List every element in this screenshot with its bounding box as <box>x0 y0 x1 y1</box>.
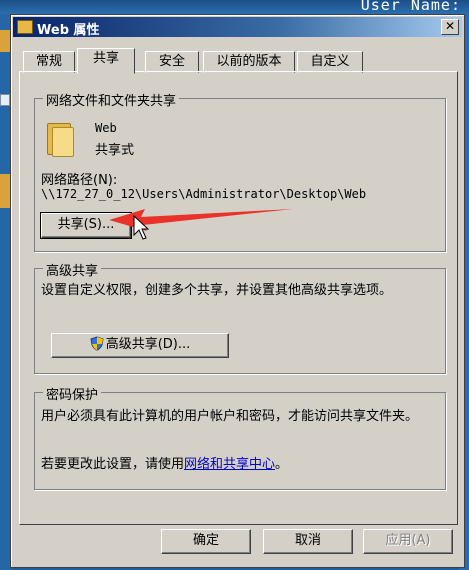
change-setting-line: 若要更改此设置，请使用网络和共享中心。 <box>41 453 288 472</box>
title-bar[interactable]: Web 属性 ✕ <box>13 17 462 38</box>
group-title: 密码保护 <box>43 384 102 403</box>
sharing-tab-panel: 网络文件和文件夹共享 Web 共享式 网络路径(N): \\172_27_0_1… <box>19 71 458 525</box>
desktop-window-fragment <box>0 94 10 106</box>
ok-button[interactable]: 确定 <box>161 529 251 554</box>
tab-general[interactable]: 常规 <box>23 51 75 73</box>
network-path-label: 网络路径(N): <box>41 173 118 188</box>
change-setting-prefix: 若要更改此设置，请使用 <box>41 457 185 472</box>
desktop-folder-icon <box>0 30 10 52</box>
properties-dialog: Web 属性 ✕ 常规 共享 安全 以前的版本 自定义 网络文件和文件夹共享 W… <box>10 14 465 568</box>
advanced-sharing-group: 高级共享 设置自定义权限，创建多个共享，并设置其他高级共享选项。 高级共享(D)… <box>34 260 446 374</box>
uac-shield-icon <box>90 336 104 351</box>
folder-icon <box>17 20 33 34</box>
close-icon: ✕ <box>444 19 456 33</box>
password-protection-group: 密码保护 用户必须具有此计算机的用户帐户和密码，才能访问共享文件夹。 若要更改此… <box>34 384 446 490</box>
mouse-cursor-icon <box>133 215 149 240</box>
advanced-description: 设置自定义权限，创建多个共享，并设置其他高级共享选项。 <box>41 283 393 298</box>
apply-button[interactable]: 应用(A) <box>363 529 453 554</box>
network-sharing-center-link[interactable]: 网络和共享中心 <box>184 457 275 472</box>
tab-sharing[interactable]: 共享 <box>77 48 135 74</box>
password-description: 用户必须具有此计算机的用户帐户和密码，才能访问共享文件夹。 <box>41 409 419 424</box>
change-setting-suffix: 。 <box>275 457 289 472</box>
shared-folder-icon <box>47 121 74 157</box>
advanced-sharing-label: 高级共享(D)... <box>105 337 191 352</box>
group-title: 高级共享 <box>43 260 102 279</box>
cancel-button[interactable]: 取消 <box>263 529 353 554</box>
tab-customize[interactable]: 自定义 <box>297 51 363 73</box>
tab-security[interactable]: 安全 <box>145 51 199 73</box>
tab-previous-versions[interactable]: 以前的版本 <box>203 51 295 73</box>
desktop-folder-icon <box>0 174 10 208</box>
desktop-top-strip: User Name: <box>0 0 469 14</box>
share-state: 共享式 <box>95 143 135 158</box>
folder-name: Web <box>95 121 117 135</box>
desktop-caption: User Name: <box>360 0 461 14</box>
network-sharing-group: 网络文件和文件夹共享 Web 共享式 网络路径(N): \\172_27_0_1… <box>34 90 446 252</box>
advanced-sharing-button[interactable]: 高级共享(D)... <box>51 333 229 358</box>
dialog-title: Web 属性 <box>37 23 100 38</box>
group-title: 网络文件和文件夹共享 <box>43 90 180 109</box>
close-button[interactable]: ✕ <box>441 19 459 35</box>
network-path-value: \\172_27_0_12\Users\Administrator\Deskto… <box>41 187 367 201</box>
